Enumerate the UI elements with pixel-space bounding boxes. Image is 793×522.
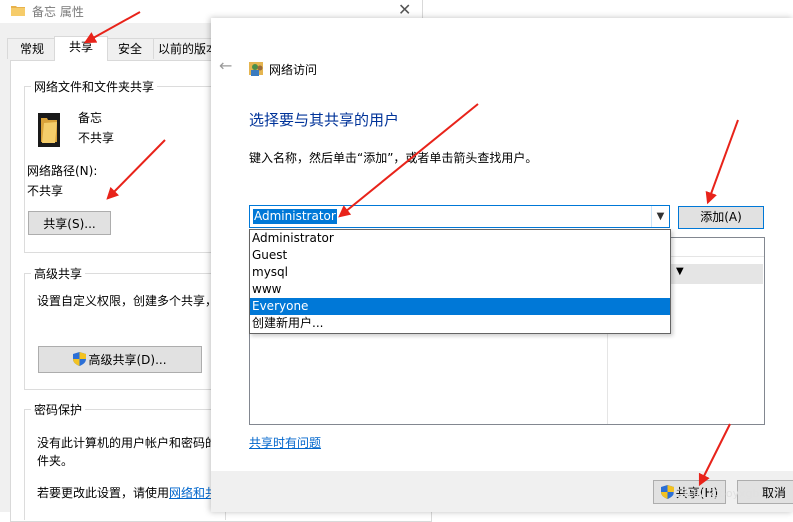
tab-general[interactable]: 常规	[7, 38, 57, 59]
dropdown-item-create-user[interactable]: 创建新用户...	[250, 315, 670, 332]
folder-name: 备忘	[78, 111, 103, 125]
uac-shield-icon	[73, 352, 87, 366]
dropdown-item-everyone[interactable]: Everyone	[250, 298, 670, 315]
add-button[interactable]: 添加(A)	[678, 206, 764, 229]
tab-sharing[interactable]: 共享	[54, 36, 108, 61]
caret-down-icon[interactable]: ▼	[676, 266, 684, 277]
user-combo-value[interactable]: Administrator	[253, 209, 337, 224]
user-dropdown-list[interactable]: Administrator Guest mysql www Everyone 创…	[249, 229, 671, 334]
advanced-sharing-description: 设置自定义权限，创建多个共享，	[37, 294, 218, 308]
sharing-help-link[interactable]: 共享时有问题	[249, 434, 321, 451]
dropdown-item-administrator[interactable]: Administrator	[250, 230, 670, 247]
folder-icon	[38, 113, 60, 147]
network-sharing-group: 网络文件和文件夹共享 备忘 不共享 网络路径(N): 不共享 共享(S)...	[24, 78, 226, 253]
group-title: 高级共享	[31, 265, 86, 282]
uac-shield-icon	[660, 485, 674, 499]
password-text-prefix: 若要更改此设置，请使用	[37, 486, 170, 500]
close-icon[interactable]: ✕	[398, 1, 411, 19]
dropdown-item-guest[interactable]: Guest	[250, 247, 670, 264]
network-path-value: 不共享	[27, 184, 64, 198]
network-access-dialog: ← 网络访问 选择要与其共享的用户 键入名称，然后单击“添加”，或者单击箭头查找…	[211, 18, 793, 512]
user-combo-box[interactable]: Administrator ▼	[249, 205, 670, 228]
password-text: 件夹。	[37, 454, 74, 468]
advanced-sharing-group: 高级共享 设置自定义权限，创建多个共享， 高级共享(D)...	[24, 265, 226, 390]
wizard-instruction: 键入名称，然后单击“添加”，或者单击箭头查找用户。	[249, 151, 538, 165]
share-status: 不共享	[78, 131, 115, 145]
group-title: 网络文件和文件夹共享	[31, 78, 158, 95]
advanced-sharing-button-label: 高级共享(D)...	[88, 353, 167, 367]
back-arrow-icon[interactable]: ←	[219, 56, 232, 75]
folder-icon	[11, 6, 25, 16]
group-title: 密码保护	[31, 401, 86, 418]
advanced-sharing-button[interactable]: 高级共享(D)...	[38, 346, 202, 373]
wizard-title: 网络访问	[269, 63, 318, 77]
network-users-icon	[249, 62, 263, 76]
share-button[interactable]: 共享(S)...	[28, 211, 111, 235]
password-text: 若要更改此设置，请使用网络和共	[37, 484, 217, 501]
password-text: 没有此计算机的用户帐户和密码的	[37, 436, 218, 450]
network-path-label: 网络路径(N):	[27, 164, 98, 178]
properties-title: 备忘 属性	[32, 5, 84, 19]
watermark: CSDN @boyxgb	[673, 487, 760, 500]
password-protection-group: 密码保护 没有此计算机的用户帐户和密码的 件夹。 若要更改此设置，请使用网络和共	[24, 401, 226, 520]
chevron-down-icon[interactable]: ▼	[651, 206, 669, 227]
network-center-link[interactable]: 网络和共	[169, 486, 217, 500]
tab-previous-versions[interactable]: 以前的版本	[153, 38, 219, 59]
tab-security[interactable]: 安全	[105, 38, 155, 59]
wizard-heading: 选择要与其共享的用户	[249, 111, 400, 129]
dropdown-item-www[interactable]: www	[250, 281, 670, 298]
dropdown-item-mysql[interactable]: mysql	[250, 264, 670, 281]
